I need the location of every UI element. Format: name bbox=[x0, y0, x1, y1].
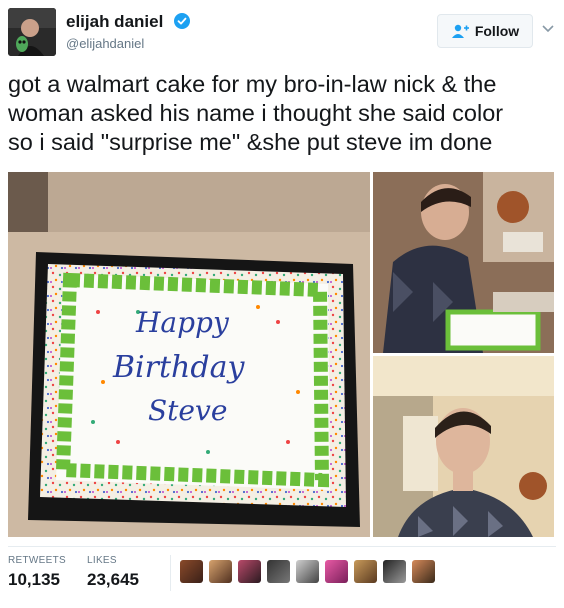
tweet-stats: RETWEETS 10,135 LIKES 23,645 bbox=[8, 546, 556, 598]
liker-avatar[interactable] bbox=[412, 560, 435, 583]
liker-avatar[interactable] bbox=[238, 560, 261, 583]
verified-badge-icon bbox=[174, 13, 190, 29]
tweet-text-line: got a walmart cake for my bro-in-law nic… bbox=[8, 71, 497, 97]
liker-avatar[interactable] bbox=[296, 560, 319, 583]
likes-label: LIKES bbox=[87, 555, 117, 566]
retweets-count: 10,135 bbox=[8, 570, 60, 589]
liker-avatar[interactable] bbox=[354, 560, 377, 583]
liker-avatar[interactable] bbox=[325, 560, 348, 583]
liker-avatar[interactable] bbox=[180, 560, 203, 583]
cake-text-birthday: Birthday bbox=[112, 350, 245, 385]
display-name[interactable]: elijah daniel bbox=[66, 12, 163, 32]
tweet-text-line: woman asked his name i thought she said … bbox=[8, 100, 504, 126]
retweets-label: RETWEETS bbox=[8, 555, 66, 566]
add-person-icon bbox=[451, 24, 469, 38]
likes-count: 23,645 bbox=[87, 570, 139, 589]
stats-divider bbox=[170, 555, 171, 591]
likes-stat[interactable]: LIKES 23,645 bbox=[87, 555, 139, 590]
tweet-header: elijah daniel @elijahdaniel Follow bbox=[8, 8, 556, 58]
tweet-text-line: so i said "surprise me" &she put steve i… bbox=[8, 129, 493, 155]
liker-avatar[interactable] bbox=[209, 560, 232, 583]
retweets-stat[interactable]: RETWEETS 10,135 bbox=[8, 555, 66, 590]
liker-avatar[interactable] bbox=[383, 560, 406, 583]
follow-button[interactable]: Follow bbox=[437, 14, 533, 48]
cake-text-name: Steve bbox=[148, 394, 227, 427]
chevron-down-icon[interactable] bbox=[541, 24, 555, 34]
tweet-text: got a walmart cake for my bro-in-law nic… bbox=[8, 70, 556, 157]
photo-person-smiling[interactable] bbox=[373, 356, 554, 537]
photo-cake[interactable]: Happy Birthday Steve bbox=[8, 172, 370, 537]
liker-avatars bbox=[180, 560, 435, 583]
cake-text-happy: Happy bbox=[135, 306, 230, 339]
username[interactable]: @elijahdaniel bbox=[66, 36, 144, 51]
liker-avatar[interactable] bbox=[267, 560, 290, 583]
follow-label: Follow bbox=[474, 23, 520, 39]
media-grid: Happy Birthday Steve bbox=[8, 172, 554, 537]
photo-person-cutting[interactable] bbox=[373, 172, 554, 353]
avatar[interactable] bbox=[8, 8, 56, 56]
